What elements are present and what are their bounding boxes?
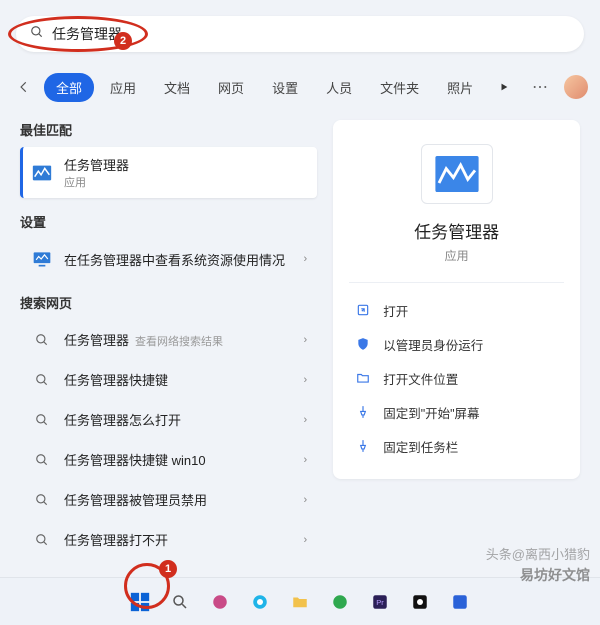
taskbar-search[interactable] (164, 586, 196, 618)
monitor-icon (30, 247, 54, 271)
search-icon (30, 448, 54, 472)
admin-icon (353, 334, 373, 354)
search-icon (30, 25, 44, 44)
taskbar-app-5[interactable] (404, 586, 436, 618)
tab-people[interactable]: 人员 (314, 73, 364, 102)
tab-folders[interactable]: 文件夹 (368, 73, 431, 102)
more-right-icon[interactable] (493, 76, 515, 98)
folder-icon (353, 368, 373, 388)
divider (349, 282, 564, 283)
chevron-right-icon: › (304, 374, 308, 386)
search-input[interactable] (52, 26, 570, 42)
action-label: 打开文件位置 (383, 369, 458, 388)
action-label: 打开 (383, 301, 408, 320)
web-result-text: 任务管理器快捷键 (64, 373, 168, 388)
tab-photos[interactable]: 照片 (435, 73, 485, 102)
pin-icon (353, 402, 373, 422)
web-result-text: 任务管理器 (64, 333, 129, 348)
tab-documents[interactable]: 文档 (152, 73, 202, 102)
preview-app-icon (421, 144, 493, 204)
taskbar: Pr (0, 577, 600, 625)
svg-text:Pr: Pr (376, 598, 384, 607)
back-button[interactable] (12, 75, 36, 99)
taskbar-app-1[interactable] (204, 586, 236, 618)
action-label: 固定到任务栏 (383, 437, 458, 456)
tab-all[interactable]: 全部 (44, 73, 94, 102)
preview-action[interactable]: 打开文件位置 (349, 361, 564, 395)
start-button[interactable] (124, 586, 156, 618)
filter-tabs: 全部 应用 文档 网页 设置 人员 文件夹 照片 ⋯ (12, 68, 588, 106)
web-result-text: 任务管理器怎么打开 (64, 413, 181, 428)
preview-action[interactable]: 打开 (349, 293, 564, 327)
web-result-item[interactable]: 任务管理器快捷键 › (20, 360, 317, 400)
taskbar-app-6[interactable] (444, 586, 476, 618)
web-result-text: 任务管理器快捷键 win10 (64, 453, 206, 468)
chevron-right-icon: › (304, 253, 308, 265)
section-best-match: 最佳匹配 (20, 120, 317, 139)
taskbar-app-3[interactable] (324, 586, 356, 618)
search-icon (30, 328, 54, 352)
pin-icon (353, 436, 373, 456)
tab-settings[interactable]: 设置 (260, 73, 310, 102)
web-result-text: 任务管理器被管理员禁用 (64, 493, 207, 508)
web-result-item[interactable]: 任务管理器快捷键 win11 › (20, 560, 317, 565)
preview-action[interactable]: 固定到任务栏 (349, 429, 564, 463)
web-result-item[interactable]: 任务管理器查看网络搜索结果 › (20, 320, 317, 360)
preview-action[interactable]: 固定到"开始"屏幕 (349, 395, 564, 429)
web-result-item[interactable]: 任务管理器快捷键 win10 › (20, 440, 317, 480)
web-result-text: 任务管理器打不开 (64, 533, 168, 548)
tab-apps[interactable]: 应用 (98, 73, 148, 102)
tab-web[interactable]: 网页 (206, 73, 256, 102)
taskbar-app-4[interactable]: Pr (364, 586, 396, 618)
best-match-subtitle: 应用 (64, 174, 307, 190)
section-web: 搜索网页 (20, 293, 317, 312)
chevron-right-icon: › (304, 334, 308, 346)
chevron-right-icon: › (304, 494, 308, 506)
settings-item[interactable]: 在任务管理器中查看系统资源使用情况 › (20, 239, 317, 279)
search-icon (30, 408, 54, 432)
web-result-item[interactable]: 任务管理器怎么打开 › (20, 400, 317, 440)
search-icon (30, 368, 54, 392)
more-options[interactable]: ⋯ (526, 77, 554, 97)
preview-action[interactable]: 以管理员身份运行 (349, 327, 564, 361)
results-list: 最佳匹配 任务管理器 应用 设置 在任务管理器中查看系统资源使用情况 › 搜索网… (10, 112, 323, 565)
open-icon (353, 300, 373, 320)
chevron-right-icon: › (304, 534, 308, 546)
action-label: 固定到"开始"屏幕 (383, 403, 479, 422)
action-label: 以管理员身份运行 (383, 335, 483, 354)
section-settings: 设置 (20, 212, 317, 231)
profile-avatar[interactable] (564, 75, 588, 99)
web-result-item[interactable]: 任务管理器打不开 › (20, 520, 317, 560)
preview-title: 任务管理器 (414, 218, 499, 243)
web-result-item[interactable]: 任务管理器被管理员禁用 › (20, 480, 317, 520)
task-manager-icon (30, 161, 54, 185)
settings-item-title: 在任务管理器中查看系统资源使用情况 (64, 250, 304, 269)
results-area: 最佳匹配 任务管理器 应用 设置 在任务管理器中查看系统资源使用情况 › 搜索网… (10, 112, 590, 565)
search-bar[interactable] (16, 16, 584, 52)
chevron-right-icon: › (304, 454, 308, 466)
search-icon (30, 528, 54, 552)
preview-card: 任务管理器 应用 打开以管理员身份运行打开文件位置固定到"开始"屏幕固定到任务栏 (333, 120, 580, 479)
web-result-suffix: 查看网络搜索结果 (135, 336, 223, 348)
chevron-right-icon: › (304, 414, 308, 426)
best-match-title: 任务管理器 (64, 155, 307, 174)
preview-pane: 任务管理器 应用 打开以管理员身份运行打开文件位置固定到"开始"屏幕固定到任务栏 (323, 112, 590, 565)
taskbar-file-explorer[interactable] (284, 586, 316, 618)
taskbar-app-2[interactable] (244, 586, 276, 618)
search-icon (30, 488, 54, 512)
preview-subtitle: 应用 (445, 247, 469, 264)
best-match-item[interactable]: 任务管理器 应用 (20, 147, 317, 198)
